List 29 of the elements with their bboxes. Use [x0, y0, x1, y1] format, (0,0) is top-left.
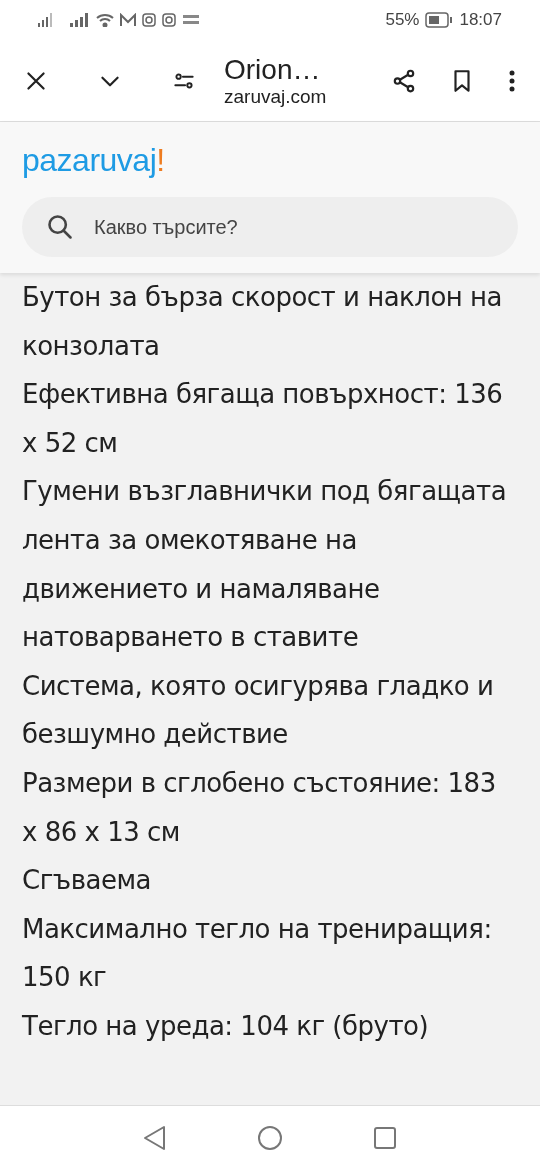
- feature-text: Гумени възглавнички под бягащата лента за омекотяване на движението и намаляване натоварването в ставите: [22, 475, 508, 655]
- signal-icon: [70, 13, 90, 27]
- more-icon: [509, 68, 515, 93]
- feature-text: Ефективна бягаща повърхност: 136 x 52 см: [22, 378, 504, 460]
- page-title: Orion…: [224, 53, 322, 86]
- share-icon: [391, 67, 417, 94]
- camera-icon: [162, 13, 176, 27]
- wifi-icon: [96, 13, 114, 27]
- feature-text: Размери в сглобено състояние: 183 x 86 x 13 см: [22, 766, 497, 849]
- clock-time: 18:07: [459, 10, 502, 30]
- home-icon[interactable]: [257, 1125, 283, 1151]
- battery-percent: 55%: [385, 10, 420, 30]
- search-bar[interactable]: Какво търсите?: [22, 197, 518, 257]
- recents-icon[interactable]: [373, 1126, 397, 1150]
- feature-text: Бутон за бърза скорост и наклон на конзолата: [22, 281, 504, 363]
- signal-icon: [38, 13, 54, 27]
- feature-text: Тегло на уреда: 104 кг (бруто): [22, 1009, 430, 1043]
- feature-text: Максимално тегло на трениращия: 150 кг: [22, 912, 493, 995]
- camera-icon: [142, 13, 156, 27]
- search-input[interactable]: Какво търсите?: [92, 214, 494, 240]
- page-url: zaruvaj.com: [224, 85, 328, 108]
- feature-text: Сгъваема: [22, 864, 152, 898]
- feature-text: Система, която осигурява гладко и безшумно действие: [22, 669, 495, 752]
- mail-icon: [120, 13, 136, 27]
- back-icon[interactable]: [143, 1125, 167, 1151]
- site-logo[interactable]: pazaruvaj!: [22, 142, 518, 179]
- search-icon: [46, 213, 74, 241]
- app-icon: [182, 14, 200, 26]
- battery-icon: [425, 12, 454, 28]
